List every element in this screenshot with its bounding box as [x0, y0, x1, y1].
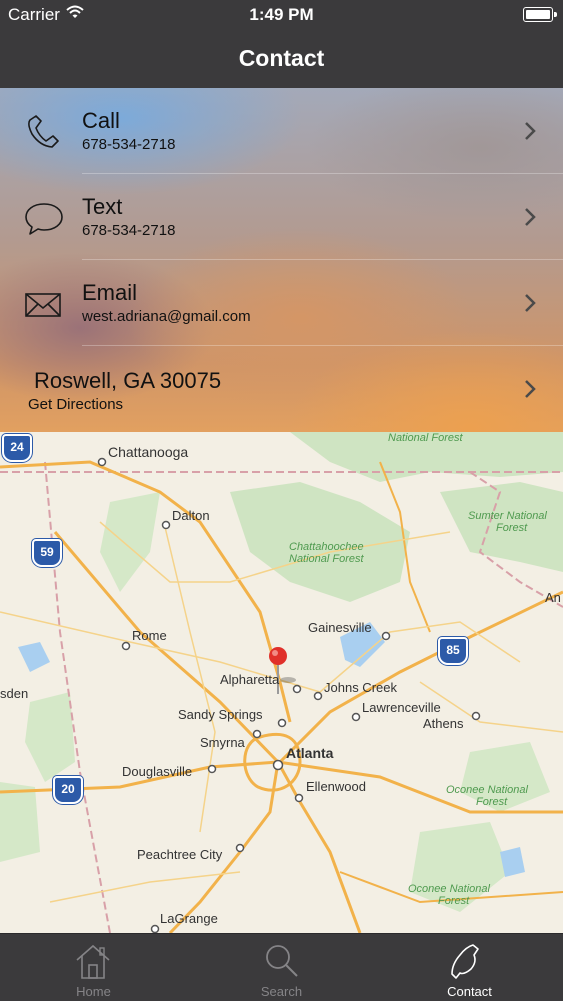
map-view[interactable]: 24 59 85 20 Chattanooga Dalton Rome Gain… [0, 432, 563, 933]
phone-icon [451, 944, 479, 979]
forest-label: Sumter National [468, 510, 547, 522]
city-label: Johns Creek [324, 680, 397, 695]
call-title: Call [82, 108, 120, 133]
forest-label: Forest [438, 895, 470, 907]
city-label: An [545, 590, 561, 605]
text-title: Text [82, 194, 123, 219]
map-labels: Chattanooga Dalton Rome Gainesville Alph… [0, 432, 563, 933]
tab-label: Home [76, 984, 111, 999]
forest-label: Forest [496, 522, 528, 534]
city-label: Ellenwood [306, 779, 366, 794]
city-label: Lawrenceville [362, 700, 441, 715]
city-label: sden [0, 686, 29, 701]
tab-bar: Home Search Contact [0, 933, 563, 1001]
email-address: west.adriana@gmail.com [82, 308, 251, 325]
tab-search[interactable]: Search [188, 934, 375, 1001]
email-row[interactable]: Email west.adriana@gmail.com [0, 260, 563, 346]
city-label: Smyrna [200, 735, 245, 750]
tab-contact[interactable]: Contact [376, 934, 563, 1001]
chat-bubble-icon [25, 203, 63, 235]
magnifier-icon [266, 945, 298, 977]
get-directions-label: Get Directions [28, 396, 124, 413]
envelope-icon [25, 293, 61, 317]
forest-label: Oconee National [446, 784, 528, 796]
city-label: Chattanooga [108, 444, 189, 460]
house-icon [76, 944, 110, 979]
city-label: Athens [423, 716, 464, 731]
tab-label: Contact [447, 984, 492, 999]
city-label: Alpharetta [220, 672, 280, 687]
city-label: Rome [132, 628, 167, 643]
address-title: Roswell, GA 30075 [34, 368, 222, 393]
forest-label: Forest [476, 796, 508, 808]
call-row[interactable]: Call 678-534-2718 [0, 88, 563, 174]
forest-label: National Forest [289, 553, 364, 565]
chevron-right-icon [525, 122, 536, 140]
chevron-right-icon [525, 208, 536, 226]
city-label: Douglasville [122, 764, 193, 779]
tab-label: Search [260, 984, 303, 999]
phone-icon [28, 115, 59, 148]
city-label: Dalton [172, 508, 210, 523]
status-time: 1:49 PM [249, 5, 314, 24]
tab-home[interactable]: Home [0, 934, 187, 1001]
battery-icon [523, 7, 557, 22]
call-number: 678-534-2718 [82, 136, 176, 153]
text-row[interactable]: Text 678-534-2718 [0, 174, 563, 260]
chevron-right-icon [525, 294, 536, 312]
forest-label: Chattahoochee [289, 541, 364, 553]
directions-row[interactable]: Roswell, GA 30075 Get Directions [0, 346, 563, 432]
city-label: Peachtree City [137, 847, 223, 862]
contact-list: Call 678-534-2718 Text 678-534-2718 Emai… [0, 88, 563, 432]
city-label: LaGrange [160, 911, 218, 926]
page-title: Contact [238, 45, 325, 71]
forest-label: National Forest [388, 432, 463, 444]
chevron-right-icon [525, 380, 536, 398]
status-bar: Carrier 1:49 PM [0, 0, 563, 30]
nav-bar: Contact [0, 30, 563, 88]
city-label: Sandy Springs [178, 707, 263, 722]
email-title: Email [82, 280, 138, 305]
city-label: Gainesville [308, 620, 372, 635]
city-label: Atlanta [286, 745, 334, 761]
forest-label: Oconee National [408, 883, 490, 895]
text-number: 678-534-2718 [82, 222, 176, 239]
